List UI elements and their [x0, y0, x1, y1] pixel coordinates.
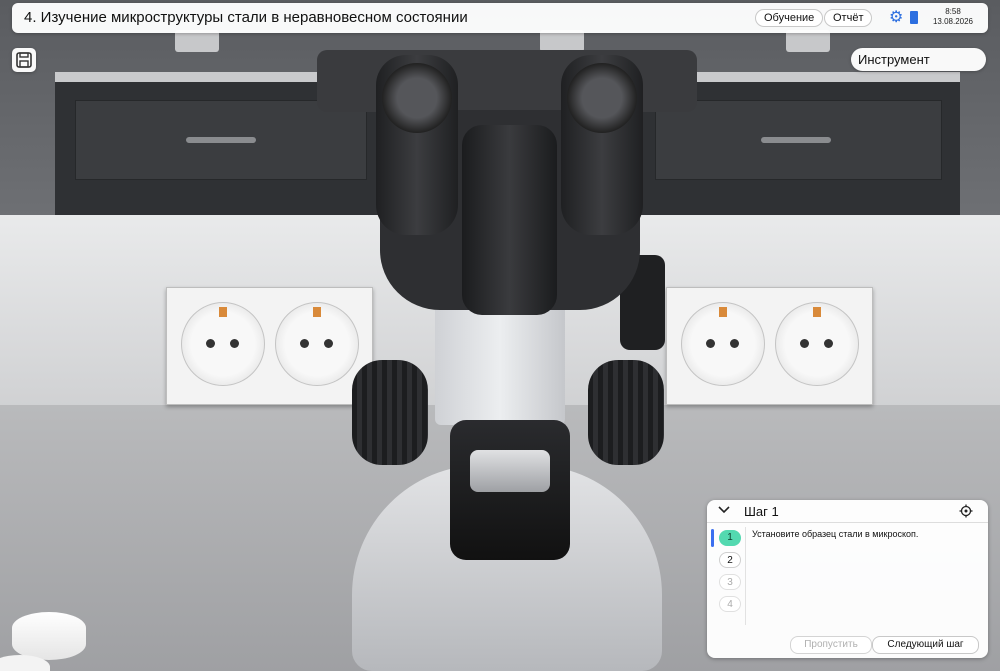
clock: 8:58 13.08.2026: [927, 7, 979, 27]
tool-button[interactable]: Инструмент: [851, 48, 986, 71]
microscope-eyepiece[interactable]: [376, 55, 458, 235]
app-window: 4. Изучение микроструктуры стали в нерав…: [0, 0, 1000, 671]
power-outlet-block: [666, 287, 873, 405]
cabinet-drawer: [655, 100, 942, 180]
training-button[interactable]: Обучение: [755, 9, 824, 27]
book-icon[interactable]: [910, 11, 918, 24]
wall-socket: [786, 30, 830, 52]
microscope-objective[interactable]: [462, 125, 557, 315]
lens-glass: [470, 450, 550, 492]
focus-knob[interactable]: [588, 360, 664, 465]
active-step-indicator: [711, 529, 714, 547]
sample-cap[interactable]: [12, 612, 86, 660]
target-icon[interactable]: [959, 504, 973, 518]
power-outlet: [775, 302, 859, 386]
step-number-2[interactable]: 2: [719, 552, 741, 568]
step-panel-header: Шаг 1: [707, 500, 988, 523]
chevron-down-icon[interactable]: [717, 503, 731, 520]
microscope-eyepiece[interactable]: [561, 55, 643, 235]
wall-socket: [540, 30, 584, 52]
wall-socket: [175, 30, 219, 52]
focus-knob[interactable]: [352, 360, 428, 465]
step-number-3[interactable]: 3: [719, 574, 741, 590]
power-outlet: [681, 302, 765, 386]
step-title: Шаг 1: [744, 504, 779, 519]
step-number-1[interactable]: 1: [719, 530, 741, 546]
step-list: 1 2 3 4: [711, 527, 746, 625]
save-icon: [16, 52, 32, 68]
step-number-4[interactable]: 4: [719, 596, 741, 612]
gear-icon[interactable]: ⚙: [889, 10, 905, 26]
step-instruction: Установите образец стали в микроскоп.: [752, 529, 919, 539]
power-outlet: [181, 302, 265, 386]
report-button[interactable]: Отчёт: [824, 9, 873, 27]
cabinet-drawer: [75, 100, 367, 180]
clock-date: 13.08.2026: [932, 17, 974, 26]
power-outlet: [275, 302, 359, 386]
power-outlet-block: [166, 287, 373, 405]
clock-time: 8:58: [945, 7, 961, 16]
save-button[interactable]: [12, 48, 36, 72]
lesson-title: 4. Изучение микроструктуры стали в нерав…: [24, 9, 468, 26]
skip-button[interactable]: Пропустить: [790, 636, 872, 654]
top-bar: 4. Изучение микроструктуры стали в нерав…: [12, 3, 988, 33]
step-panel: Шаг 1 1 2 3 4 Установите образец стали в…: [707, 500, 988, 658]
next-step-button[interactable]: Следующий шаг: [872, 636, 979, 654]
